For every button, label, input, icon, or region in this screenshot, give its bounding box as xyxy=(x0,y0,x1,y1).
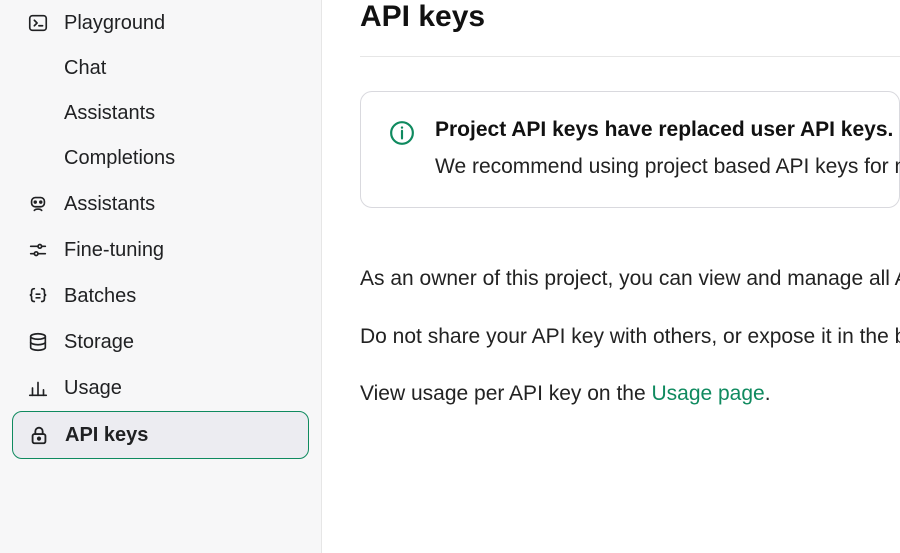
sidebar-item-apikeys[interactable]: API keys xyxy=(12,411,309,459)
sidebar-item-label: Usage xyxy=(64,377,122,400)
divider xyxy=(360,56,900,57)
sidebar-item-usage[interactable]: Usage xyxy=(12,365,309,411)
notice-text: Project API keys have replaced user API … xyxy=(435,118,900,181)
sidebar-item-label: Assistants xyxy=(64,193,155,216)
bar-chart-icon xyxy=(26,376,50,400)
sidebar-item-label: Playground xyxy=(64,12,165,35)
database-icon xyxy=(26,330,50,354)
sliders-icon xyxy=(26,238,50,262)
robot-icon xyxy=(26,192,50,216)
page-title: API keys xyxy=(360,0,900,34)
main-content: API keys Project API keys have replaced … xyxy=(322,0,900,553)
sidebar-item-batches[interactable]: Batches xyxy=(12,273,309,319)
description-owner: As an owner of this project, you can vie… xyxy=(360,264,900,293)
info-notice: Project API keys have replaced user API … xyxy=(360,91,900,208)
lock-icon xyxy=(27,423,51,447)
description-warning: Do not share your API key with others, o… xyxy=(360,322,900,351)
sidebar-item-completions[interactable]: Completions xyxy=(12,136,309,181)
sidebar-item-assistants-sub[interactable]: Assistants xyxy=(12,91,309,136)
sidebar-item-label: Assistants xyxy=(64,102,155,125)
sidebar-item-label: Completions xyxy=(64,147,175,170)
usage-text-prefix: View usage per API key on the xyxy=(360,382,651,405)
usage-page-link[interactable]: Usage page xyxy=(651,382,764,405)
sidebar-item-label: API keys xyxy=(65,424,148,447)
sidebar-item-playground[interactable]: Playground xyxy=(12,0,309,46)
sidebar-item-finetuning[interactable]: Fine-tuning xyxy=(12,227,309,273)
notice-title: Project API keys have replaced user API … xyxy=(435,118,900,142)
info-icon xyxy=(389,120,415,146)
sidebar-item-label: Chat xyxy=(64,57,106,80)
description-usage: View usage per API key on the Usage page… xyxy=(360,379,900,408)
sidebar-item-chat[interactable]: Chat xyxy=(12,46,309,91)
sidebar-item-label: Storage xyxy=(64,331,134,354)
sidebar-item-label: Fine-tuning xyxy=(64,239,164,262)
sidebar-item-assistants[interactable]: Assistants xyxy=(12,181,309,227)
usage-text-suffix: . xyxy=(765,382,771,405)
terminal-icon xyxy=(26,11,50,35)
braces-icon xyxy=(26,284,50,308)
sidebar: Playground Chat Assistants Completions A… xyxy=(0,0,322,553)
sidebar-item-storage[interactable]: Storage xyxy=(12,319,309,365)
notice-body: We recommend using project based API key… xyxy=(435,152,900,181)
sidebar-item-label: Batches xyxy=(64,285,136,308)
